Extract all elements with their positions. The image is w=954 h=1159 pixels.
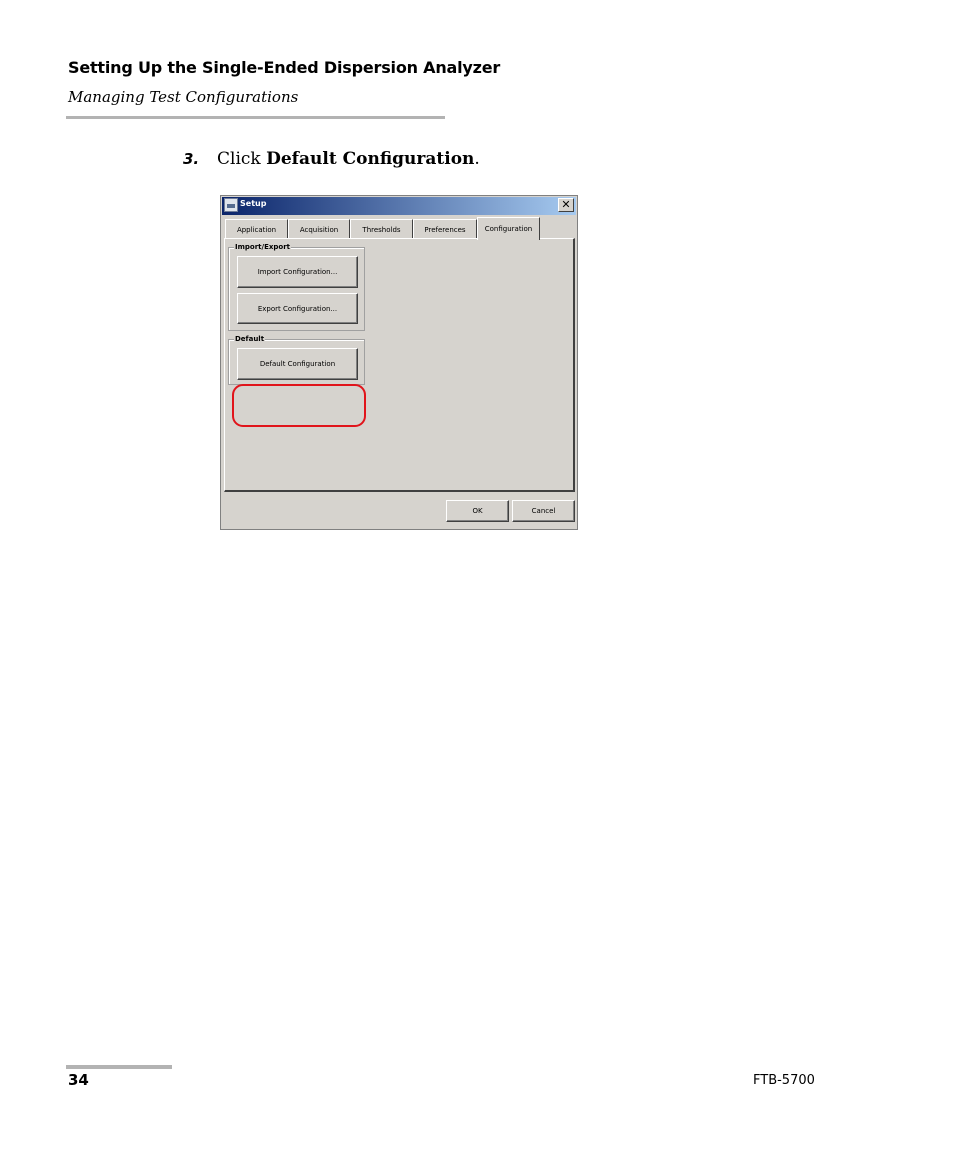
export-configuration-button[interactable]: Export Configuration... [237,293,358,324]
cancel-button[interactable]: Cancel [512,500,575,522]
default-group: Default Default Configuration [228,334,365,385]
import-configuration-button[interactable]: Import Configuration... [237,256,358,288]
page-number: 34 [68,1071,89,1089]
tab-preferences[interactable]: Preferences [413,219,477,239]
app-icon [224,198,238,212]
configuration-panel: Import/Export Import Configuration... Ex… [224,238,575,492]
close-button[interactable]: ✕ [558,198,574,212]
tab-acquisition[interactable]: Acquisition [288,219,350,239]
tab-application[interactable]: Application [225,219,288,239]
import-export-group: Import/Export Import Configuration... Ex… [228,242,365,331]
step-number: 3. [183,150,200,168]
header-divider [66,116,445,119]
step-text-after: . [474,149,480,169]
tab-thresholds[interactable]: Thresholds [350,219,413,239]
dialog-titlebar[interactable]: Setup ✕ [222,197,576,215]
setup-dialog: Setup ✕ Application Acquisition Threshol… [220,195,578,530]
tab-configuration[interactable]: Configuration [477,217,540,240]
default-label: Default [234,334,266,344]
product-name: FTB-5700 [753,1073,815,1088]
step-text-before: Click [217,149,267,169]
section-subtitle: Managing Test Configurations [68,88,299,106]
import-export-label: Import/Export [234,242,291,252]
section-title: Setting Up the Single-Ended Dispersion A… [68,58,501,77]
ok-button[interactable]: OK [446,500,509,522]
close-icon: ✕ [561,198,571,211]
step-instruction: 3. Click Default Configuration. [183,149,480,169]
step-bold-text: Default Configuration [266,149,475,169]
footer-divider [66,1065,172,1069]
highlight-ring [232,384,366,427]
default-configuration-button[interactable]: Default Configuration [237,348,358,380]
dialog-title: Setup [240,199,267,208]
